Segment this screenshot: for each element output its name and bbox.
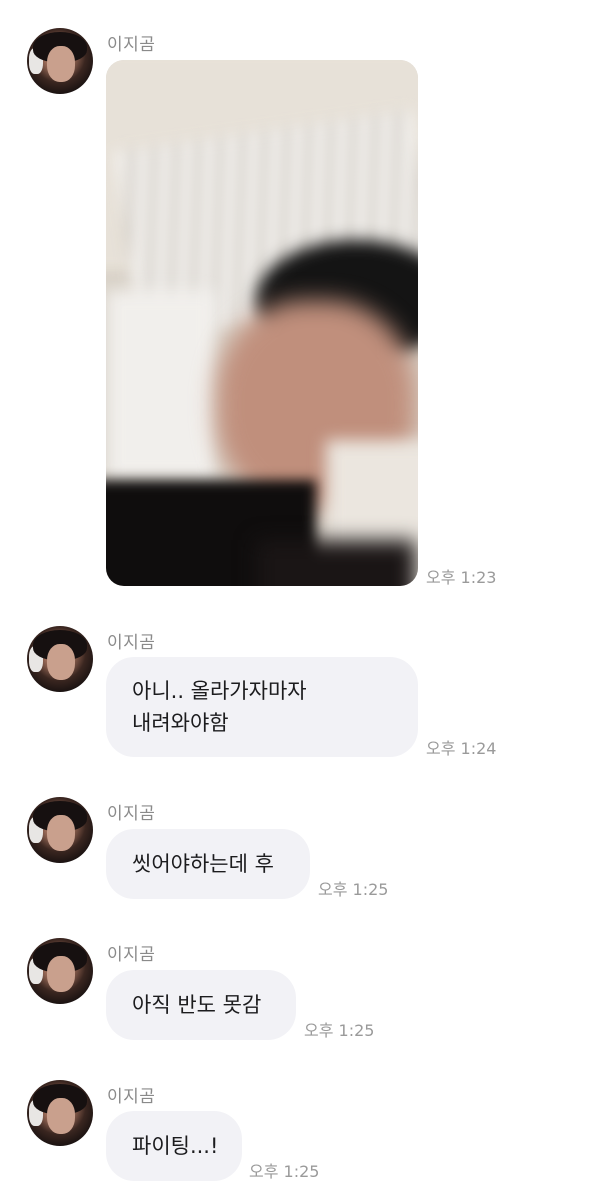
timestamp: 오후 1:25: [318, 880, 389, 899]
avatar[interactable]: [27, 28, 93, 94]
sender-name: 이지곰: [107, 35, 156, 55]
timestamp: 오후 1:23: [426, 568, 497, 587]
avatar[interactable]: [27, 797, 93, 863]
sender-name: 이지곰: [107, 633, 156, 653]
sender-name: 이지곰: [107, 945, 156, 965]
timestamp: 오후 1:24: [426, 739, 497, 758]
message-line: 아직 반도 못감: [132, 993, 262, 1017]
photo-attachment[interactable]: [106, 60, 418, 586]
sender-name: 이지곰: [107, 1087, 156, 1107]
message-bubble[interactable]: 아니.. 올라가자마자 내려와야함: [106, 657, 418, 757]
sender-name: 이지곰: [107, 804, 156, 824]
message-line: 아니.. 올라가자마자: [132, 679, 307, 703]
message-line: 씻어야하는데 후: [132, 852, 274, 876]
avatar[interactable]: [27, 626, 93, 692]
message-line: 파이팅...!: [132, 1134, 219, 1158]
timestamp: 오후 1:25: [304, 1021, 375, 1040]
message-bubble[interactable]: 아직 반도 못감: [106, 970, 296, 1040]
message-line: 내려와야함: [132, 711, 229, 735]
message-bubble[interactable]: 씻어야하는데 후: [106, 829, 310, 899]
timestamp: 오후 1:25: [249, 1162, 320, 1181]
avatar[interactable]: [27, 938, 93, 1004]
avatar[interactable]: [27, 1080, 93, 1146]
message-bubble[interactable]: 파이팅...!: [106, 1111, 242, 1181]
